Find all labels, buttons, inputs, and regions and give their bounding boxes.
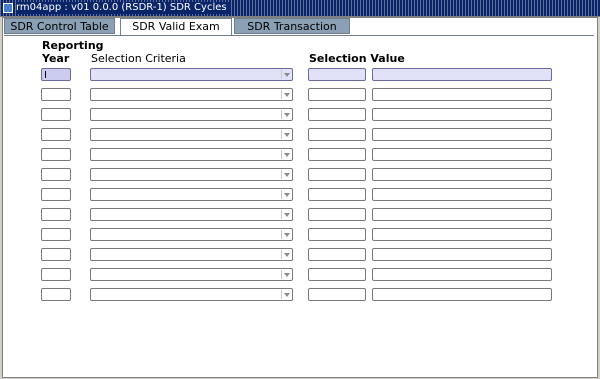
reporting-year-field[interactable] xyxy=(41,148,71,161)
selection-criteria-dropdown[interactable] xyxy=(90,228,293,241)
dropdown-separator xyxy=(281,90,282,99)
reporting-year-field[interactable] xyxy=(41,268,71,281)
selection-value-description-field xyxy=(372,288,552,301)
tab-sdr-control-table[interactable]: SDR Control Table xyxy=(4,18,115,34)
dropdown-separator xyxy=(281,130,282,139)
reporting-year-field[interactable] xyxy=(41,68,71,81)
selection-value-description-field xyxy=(372,248,552,261)
dropdown-separator xyxy=(281,290,282,299)
selection-value-field[interactable] xyxy=(308,108,366,121)
selection-value-field[interactable] xyxy=(308,68,366,81)
dropdown-separator xyxy=(281,230,282,239)
dropdown-separator xyxy=(281,270,282,279)
selection-value-field[interactable] xyxy=(308,168,366,181)
reporting-year-field[interactable] xyxy=(41,208,71,221)
selection-criteria-dropdown[interactable] xyxy=(90,188,293,201)
selection-criteria-dropdown[interactable] xyxy=(90,208,293,221)
chevron-down-icon[interactable] xyxy=(284,233,290,237)
reporting-year-field[interactable] xyxy=(41,288,71,301)
selection-value-column-header: Selection Value xyxy=(309,52,405,65)
selection-criteria-dropdown[interactable] xyxy=(90,168,293,181)
dropdown-separator xyxy=(281,250,282,259)
dropdown-separator xyxy=(281,70,282,79)
chevron-down-icon[interactable] xyxy=(284,253,290,257)
selection-criteria-column-header: Selection Criteria xyxy=(91,52,186,65)
dropdown-separator xyxy=(281,110,282,119)
reporting-year-field[interactable] xyxy=(41,168,71,181)
selection-criteria-dropdown[interactable] xyxy=(90,288,293,301)
chevron-down-icon[interactable] xyxy=(284,153,290,157)
chevron-down-icon[interactable] xyxy=(284,173,290,177)
chevron-down-icon[interactable] xyxy=(284,213,290,217)
selection-value-field[interactable] xyxy=(308,268,366,281)
selection-criteria-dropdown[interactable] xyxy=(90,128,293,141)
reporting-year-field[interactable] xyxy=(41,228,71,241)
reporting-year-field[interactable] xyxy=(41,108,71,121)
selection-criteria-dropdown[interactable] xyxy=(90,88,293,101)
selection-criteria-dropdown[interactable] xyxy=(90,108,293,121)
app-window-icon[interactable] xyxy=(3,3,13,13)
year-column-header: Year xyxy=(42,52,70,65)
selection-value-description-field xyxy=(372,228,552,241)
selection-value-field[interactable] xyxy=(308,188,366,201)
tab-sdr-valid-exam-types[interactable]: SDR Valid Exam Types xyxy=(120,18,232,49)
selection-value-field[interactable] xyxy=(308,88,366,101)
tab-panel: Reporting Year Selection Criteria Select… xyxy=(4,35,594,375)
selection-value-description-field xyxy=(372,128,552,141)
reporting-year-field[interactable] xyxy=(41,88,71,101)
selection-value-description-field xyxy=(372,188,552,201)
selection-value-description-field xyxy=(372,208,552,221)
selection-value-description-field xyxy=(372,268,552,281)
chevron-down-icon[interactable] xyxy=(284,93,290,97)
selection-criteria-dropdown[interactable] xyxy=(90,148,293,161)
chevron-down-icon[interactable] xyxy=(284,193,290,197)
selection-value-field[interactable] xyxy=(308,248,366,261)
dropdown-separator xyxy=(281,170,282,179)
chevron-down-icon[interactable] xyxy=(284,73,290,77)
chevron-down-icon[interactable] xyxy=(284,293,290,297)
chevron-down-icon[interactable] xyxy=(284,133,290,137)
selection-value-description-field xyxy=(372,68,552,81)
selection-value-field[interactable] xyxy=(308,148,366,161)
selection-value-description-field xyxy=(372,148,552,161)
selection-criteria-dropdown[interactable] xyxy=(90,68,293,81)
chevron-down-icon[interactable] xyxy=(284,113,290,117)
reporting-year-field[interactable] xyxy=(41,248,71,261)
dropdown-separator xyxy=(281,190,282,199)
selection-value-field[interactable] xyxy=(308,128,366,141)
dropdown-separator xyxy=(281,210,282,219)
selection-criteria-dropdown[interactable] xyxy=(90,268,293,281)
selection-value-field[interactable] xyxy=(308,228,366,241)
chevron-down-icon[interactable] xyxy=(284,273,290,277)
selection-value-description-field xyxy=(372,108,552,121)
selection-value-description-field xyxy=(372,168,552,181)
window-title-bar[interactable]: rm04app : v01 0.0.0 (RSDR-1) SDR Cycles xyxy=(0,0,600,17)
selection-value-field[interactable] xyxy=(308,288,366,301)
selection-criteria-dropdown[interactable] xyxy=(90,248,293,261)
reporting-year-field[interactable] xyxy=(41,128,71,141)
window-title: rm04app : v01 0.0.0 (RSDR-1) SDR Cycles xyxy=(16,2,231,14)
text-cursor xyxy=(45,71,46,78)
selection-value-field[interactable] xyxy=(308,208,366,221)
reporting-column-header: Reporting xyxy=(42,39,104,52)
dropdown-separator xyxy=(281,150,282,159)
selection-value-description-field xyxy=(372,88,552,101)
tab-sdr-transaction-types[interactable]: SDR Transaction Types xyxy=(234,18,350,49)
reporting-year-field[interactable] xyxy=(41,188,71,201)
